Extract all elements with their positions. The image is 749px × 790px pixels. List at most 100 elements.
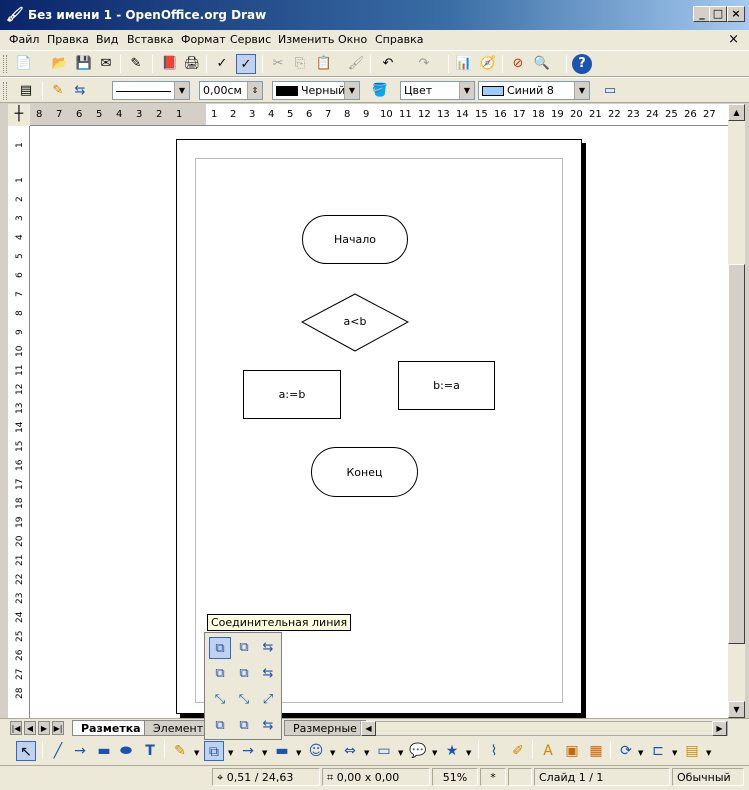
document-close-icon[interactable]: × xyxy=(728,32,739,47)
toolbar-grip[interactable] xyxy=(3,82,7,100)
spellcheck-icon[interactable]: ✓ xyxy=(212,54,232,74)
close-button[interactable]: × xyxy=(727,6,745,22)
chevron-down-icon[interactable]: ▼ xyxy=(706,749,711,757)
menu-help[interactable]: Справка xyxy=(375,33,423,46)
maximize-button[interactable]: □ xyxy=(709,6,727,22)
open-icon[interactable]: 📂 xyxy=(50,54,70,74)
vertical-ruler[interactable]: 1 1 2 3 4 5 6 7 8 9 10 11 12 13 14 15 16… xyxy=(8,126,30,718)
drawing-functions-icon[interactable]: ⊘ xyxy=(508,54,528,74)
last-tab-icon[interactable]: ▶| xyxy=(52,721,64,735)
flowchart-process-right[interactable]: b:=a xyxy=(398,361,495,410)
shadow-icon[interactable]: ▭ xyxy=(600,81,620,101)
chevron-down-icon[interactable]: ▼ xyxy=(330,749,335,757)
line-color-select[interactable]: Черный ▼ xyxy=(272,81,360,100)
fontwork-icon[interactable]: A xyxy=(538,741,558,761)
copy-icon[interactable]: ⎘ xyxy=(290,54,310,74)
status-zoom[interactable]: 51% xyxy=(432,768,478,786)
chevron-down-icon[interactable]: ▼ xyxy=(296,749,301,757)
horizontal-scrollbar[interactable]: ◀ ▶ xyxy=(360,721,728,736)
scroll-thumb[interactable] xyxy=(728,264,745,644)
chevron-down-icon[interactable]: ▼ xyxy=(432,749,437,757)
block-arrows-icon[interactable]: ⇔ xyxy=(340,741,360,761)
edit-file-icon[interactable]: ✎ xyxy=(126,54,146,74)
prev-tab-icon[interactable]: ◀ xyxy=(24,721,36,735)
menu-insert[interactable]: Вставка xyxy=(127,33,174,46)
arrange-icon[interactable]: ▤ xyxy=(682,741,702,761)
toolbar-grip[interactable] xyxy=(3,55,7,73)
styles-formatting-icon[interactable]: ▤ xyxy=(16,81,36,101)
chevron-down-icon[interactable]: ▼ xyxy=(262,749,267,757)
connector-line-double-arrow-icon[interactable]: ⇆ xyxy=(257,663,279,685)
chevron-down-icon[interactable]: ▼ xyxy=(398,749,403,757)
ellipse-icon[interactable]: ⬬ xyxy=(116,741,136,761)
from-file-icon[interactable]: ▣ xyxy=(562,741,582,761)
help-icon[interactable]: ? xyxy=(572,54,592,74)
menu-view[interactable]: Вид xyxy=(96,33,118,46)
area-color-select[interactable]: Синий 8 ▼ xyxy=(478,81,590,100)
menu-window[interactable]: Окно xyxy=(338,33,367,46)
new-document-icon[interactable]: 📄 xyxy=(14,54,34,74)
paste-icon[interactable]: 📋 xyxy=(314,54,334,74)
scroll-up-icon[interactable]: ▲ xyxy=(728,104,745,121)
stars-icon[interactable]: ★ xyxy=(442,741,462,761)
chevron-down-icon[interactable]: ▼ xyxy=(672,749,677,757)
connector-standard-arrow-icon[interactable]: ⧉ xyxy=(233,637,255,659)
connector-line-icon[interactable]: ⧉ xyxy=(209,663,231,685)
menu-modify[interactable]: Изменить xyxy=(278,33,334,46)
curve-icon[interactable]: ✎ xyxy=(170,741,190,761)
clone-format-icon[interactable]: 🖌 xyxy=(346,54,366,74)
connector-standard-icon[interactable]: ⧉ xyxy=(209,637,231,659)
ruler-corner[interactable]: ┼ xyxy=(8,104,30,126)
flowchart-start[interactable]: Начало xyxy=(302,215,408,264)
line-icon[interactable]: ✎ xyxy=(48,81,68,101)
chevron-down-icon[interactable]: ▼ xyxy=(194,749,199,757)
text-tool-icon[interactable]: T xyxy=(140,741,160,761)
export-pdf-icon[interactable]: 📕 xyxy=(160,54,180,74)
scroll-down-icon[interactable]: ▼ xyxy=(728,701,745,718)
area-icon[interactable]: 🪣 xyxy=(370,81,390,101)
next-tab-icon[interactable]: ▶ xyxy=(38,721,50,735)
flowchart-shapes-icon[interactable]: ▭ xyxy=(374,741,394,761)
basic-shapes-icon[interactable]: ▬ xyxy=(272,741,292,761)
chevron-down-icon[interactable]: ▼ xyxy=(466,749,471,757)
email-icon[interactable]: ✉ xyxy=(96,54,116,74)
glue-points-icon[interactable]: ✐ xyxy=(508,741,528,761)
rectangle-icon[interactable]: ▬ xyxy=(94,741,114,761)
flowchart-process-left[interactable]: a:=b xyxy=(243,370,341,419)
scroll-right-icon[interactable]: ▶ xyxy=(712,721,727,736)
first-tab-icon[interactable]: |◀ xyxy=(10,721,22,735)
connector-icon[interactable]: ⧉ xyxy=(204,741,224,761)
drawing-canvas[interactable]: Начало a<b a:=b b:=a Конец xyxy=(30,126,728,718)
tab-layout[interactable]: Разметка xyxy=(72,720,150,736)
alignment-icon[interactable]: ⊏ xyxy=(648,741,668,761)
arrow-line-icon[interactable]: → xyxy=(70,741,90,761)
chevron-down-icon[interactable]: ▼ xyxy=(228,749,233,757)
points-icon[interactable]: ⌇ xyxy=(484,741,504,761)
lines-arrows-icon[interactable]: → xyxy=(238,741,258,761)
cut-icon[interactable]: ✂ xyxy=(268,54,288,74)
horizontal-ruler[interactable]: 8 7 6 5 4 3 2 1 1 2 3 4 5 6 7 8 9 10 11 … xyxy=(30,104,734,126)
rotate-icon[interactable]: ⟳ xyxy=(616,741,636,761)
straight-connector-icon[interactable]: ⤡ xyxy=(209,689,231,711)
status-signature[interactable] xyxy=(508,768,532,786)
undo-icon[interactable]: ↶ xyxy=(378,54,398,74)
menu-file[interactable]: Файл xyxy=(9,33,39,46)
menu-tools[interactable]: Сервис xyxy=(230,33,271,46)
print-icon[interactable]: 🖨 xyxy=(182,54,202,74)
redo-icon[interactable]: ↷ xyxy=(414,54,434,74)
select-arrow-icon[interactable]: ↖ xyxy=(16,741,36,761)
chart-icon[interactable]: 📊 xyxy=(454,54,474,74)
arrow-style-icon[interactable]: ⇆ xyxy=(70,81,90,101)
area-style-select[interactable]: Цвет ▼ xyxy=(400,81,475,100)
straight-connector-arrow-icon[interactable]: ⤡ xyxy=(233,689,255,711)
scroll-left-icon[interactable]: ◀ xyxy=(361,721,376,736)
menu-format[interactable]: Формат xyxy=(181,33,226,46)
symbol-shapes-icon[interactable]: ☺ xyxy=(306,741,326,761)
navigator-icon[interactable]: 🧭 xyxy=(478,54,498,74)
straight-connector-double-arrow-icon[interactable]: ⤢ xyxy=(257,689,279,711)
line-width-field[interactable]: 0,00см ⇕ xyxy=(199,81,263,100)
autospellcheck-icon[interactable]: ✓ xyxy=(236,54,256,74)
zoom-icon[interactable]: 🔍 xyxy=(532,54,552,74)
flowchart-end[interactable]: Конец xyxy=(311,447,418,497)
menu-edit[interactable]: Правка xyxy=(47,33,89,46)
